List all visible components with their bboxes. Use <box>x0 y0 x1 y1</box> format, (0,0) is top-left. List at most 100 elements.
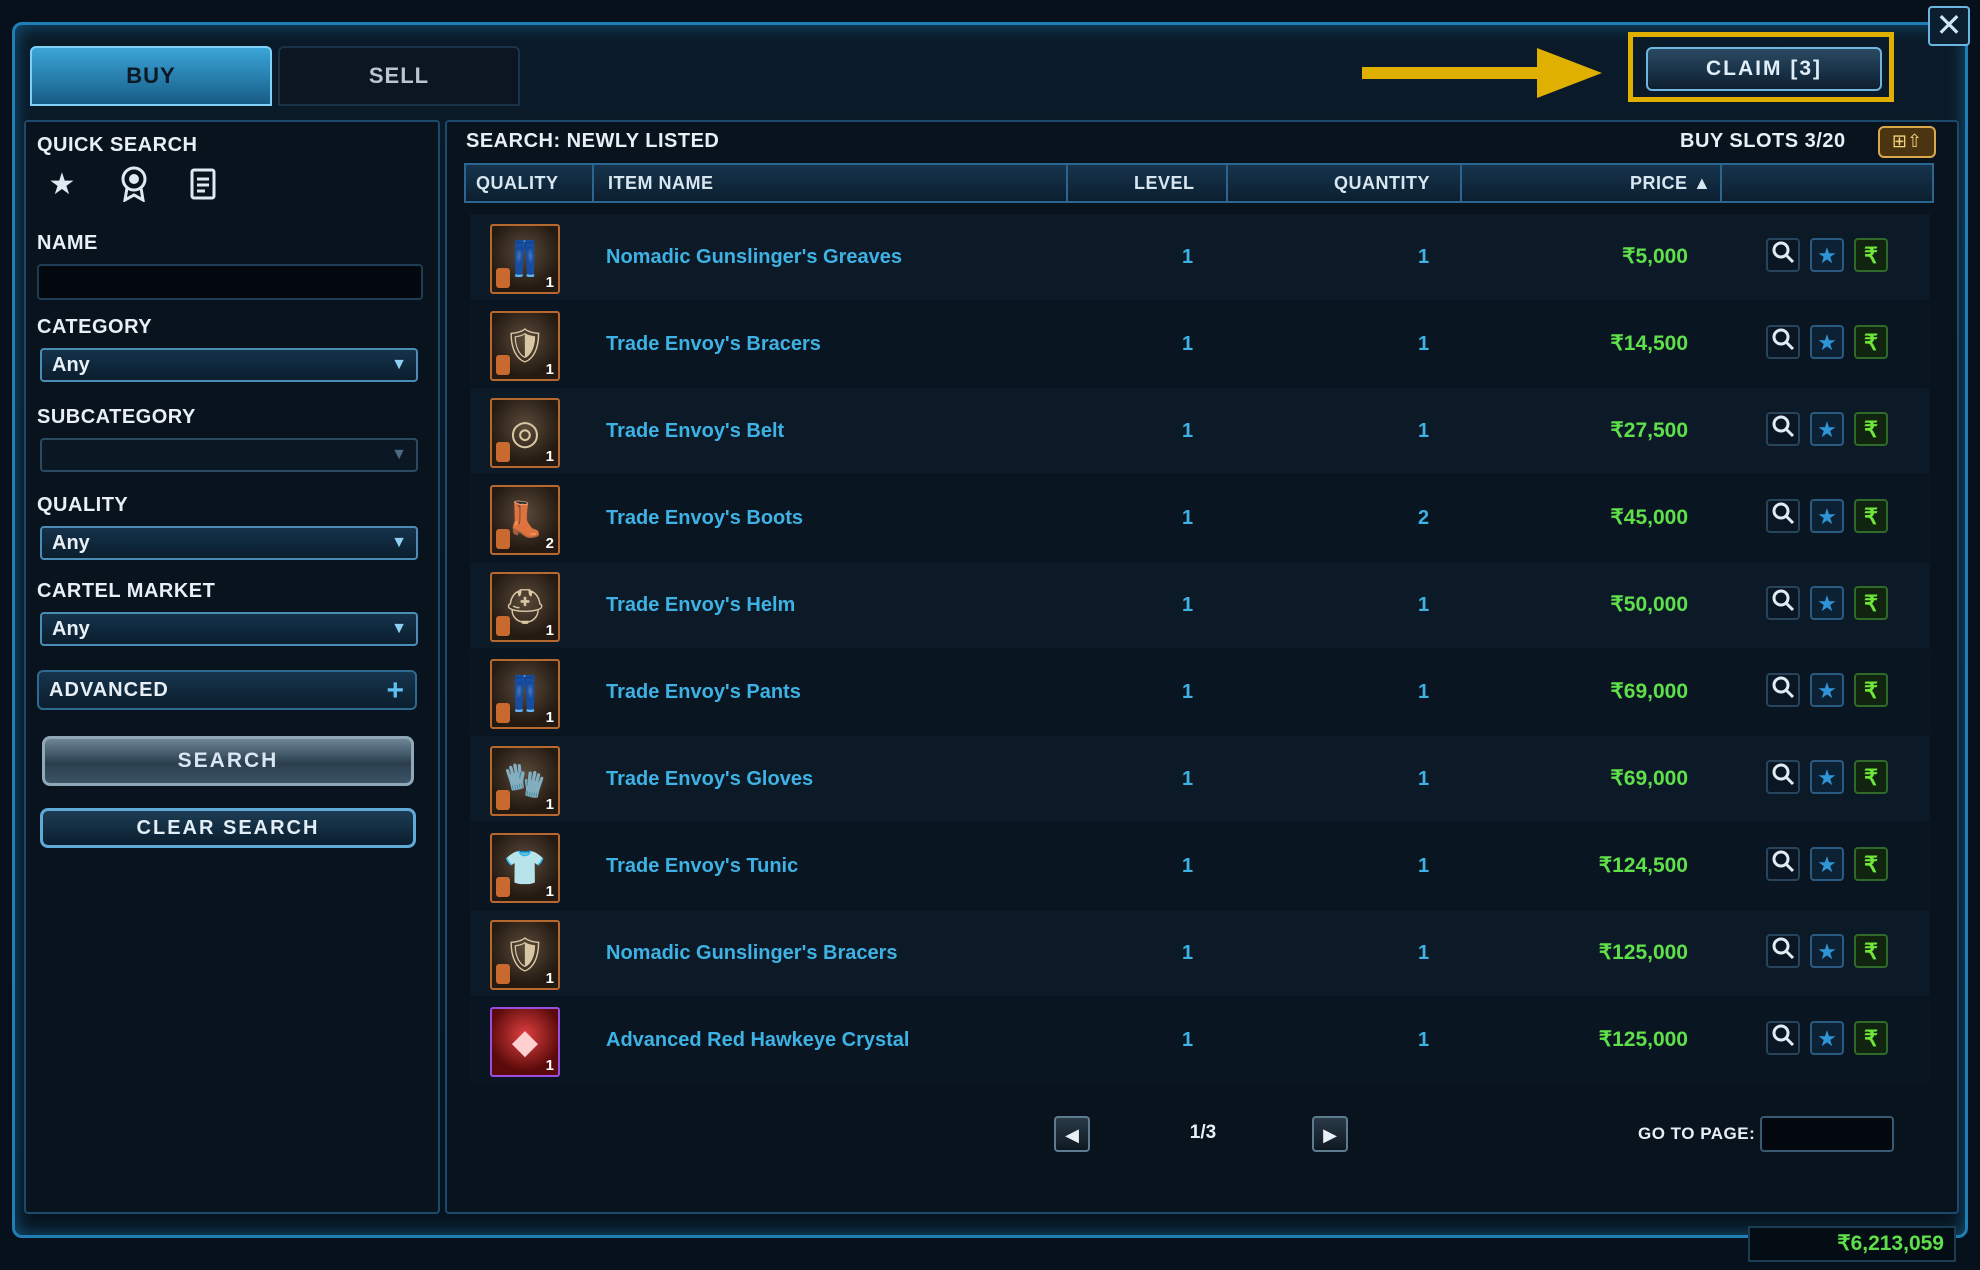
magnifier-icon[interactable] <box>1766 412 1800 446</box>
item-name-link[interactable]: Trade Envoy's Pants <box>606 649 801 735</box>
bound-badge-icon <box>496 877 510 897</box>
item-icon[interactable]: 👢 2 <box>490 485 560 555</box>
item-icon[interactable]: 👖 1 <box>490 224 560 294</box>
magnifier-icon[interactable] <box>1766 847 1800 881</box>
item-icon[interactable]: 👕 1 <box>490 833 560 903</box>
tab-sell[interactable]: SELL <box>278 46 520 106</box>
upgrade-slots-icon[interactable]: ⊞⇧ <box>1878 126 1936 158</box>
cartel-market-select[interactable]: Any ▼ <box>40 612 418 646</box>
item-level: 1 <box>1182 942 1194 964</box>
go-to-page-input[interactable] <box>1760 1116 1894 1152</box>
item-name-link[interactable]: Nomadic Gunslinger's Bracers <box>606 910 898 996</box>
table-row[interactable]: 🛡 1 Trade Envoy's Bracers 1 1 ₹14,500 ★ ₹ <box>470 301 1930 387</box>
table-row[interactable]: 👖 1 Nomadic Gunslinger's Greaves 1 1 ₹5,000 ★ ₹ <box>470 214 1930 300</box>
subcategory-select[interactable]: ▼ <box>40 438 418 472</box>
credits-icon[interactable]: ₹ <box>1854 238 1888 272</box>
credits-icon[interactable]: ₹ <box>1854 673 1888 707</box>
table-row[interactable]: ◆ 1 Advanced Red Hawkeye Crystal 1 1 ₹125,000… <box>470 997 1930 1083</box>
column-quantity[interactable]: QUANTITY <box>1334 165 1430 201</box>
item-name-link[interactable]: Trade Envoy's Helm <box>606 562 795 648</box>
star-icon[interactable]: ★ <box>1810 412 1844 446</box>
quality-value: Any <box>52 531 90 554</box>
claim-button[interactable]: CLAIM [3] <box>1646 47 1882 91</box>
star-icon[interactable]: ★ <box>42 164 82 204</box>
item-icon[interactable]: 🧤 1 <box>490 746 560 816</box>
plus-icon: + <box>386 674 405 707</box>
item-icon[interactable]: 🛡 1 <box>490 920 560 990</box>
clear-search-button[interactable]: CLEAR SEARCH <box>40 808 416 848</box>
stack-count: 1 <box>545 361 554 378</box>
item-quantity: 2 <box>1418 507 1430 529</box>
credits-icon[interactable]: ₹ <box>1854 760 1888 794</box>
table-row[interactable]: 🧤 1 Trade Envoy's Gloves 1 1 ₹69,000 ★ ₹ <box>470 736 1930 822</box>
bound-badge-icon <box>496 529 510 549</box>
star-icon[interactable]: ★ <box>1810 934 1844 968</box>
star-icon[interactable]: ★ <box>1810 586 1844 620</box>
credits-icon[interactable]: ₹ <box>1854 934 1888 968</box>
column-divider <box>592 165 594 201</box>
credits-icon[interactable]: ₹ <box>1854 847 1888 881</box>
magnifier-icon[interactable] <box>1766 238 1800 272</box>
item-icon[interactable]: ◆ 1 <box>490 1007 560 1077</box>
quality-select[interactable]: Any ▼ <box>40 526 418 560</box>
prev-page-button[interactable]: ◀ <box>1054 1116 1090 1152</box>
star-icon[interactable]: ★ <box>1810 238 1844 272</box>
table-row[interactable]: 🛡 1 Nomadic Gunslinger's Bracers 1 1 ₹125,000… <box>470 910 1930 996</box>
column-divider <box>1720 165 1722 201</box>
bound-badge-icon <box>496 790 510 810</box>
item-name-link[interactable]: Trade Envoy's Boots <box>606 475 803 561</box>
star-icon[interactable]: ★ <box>1810 673 1844 707</box>
magnifier-icon[interactable] <box>1766 586 1800 620</box>
column-level[interactable]: LEVEL <box>1134 165 1195 201</box>
magnifier-icon[interactable] <box>1766 499 1800 533</box>
item-name-link[interactable]: Nomadic Gunslinger's Greaves <box>606 214 902 300</box>
advanced-toggle[interactable]: ADVANCED + <box>37 670 417 710</box>
magnifier-icon[interactable] <box>1766 760 1800 794</box>
table-row[interactable]: ⛑ 1 Trade Envoy's Helm 1 1 ₹50,000 ★ ₹ <box>470 562 1930 648</box>
tab-buy[interactable]: BUY <box>30 46 272 106</box>
magnifier-icon[interactable] <box>1766 673 1800 707</box>
item-icon[interactable]: ◎ 1 <box>490 398 560 468</box>
award-icon[interactable] <box>114 164 154 204</box>
item-name-link[interactable]: Advanced Red Hawkeye Crystal <box>606 997 909 1083</box>
table-row[interactable]: 👢 2 Trade Envoy's Boots 1 2 ₹45,000 ★ ₹ <box>470 475 1930 561</box>
next-page-button[interactable]: ▶ <box>1312 1116 1348 1152</box>
item-icon[interactable]: 🛡 1 <box>490 311 560 381</box>
category-select[interactable]: Any ▼ <box>40 348 418 382</box>
item-icon[interactable]: 👖 1 <box>490 659 560 729</box>
document-icon[interactable] <box>184 164 224 204</box>
item-name-link[interactable]: Trade Envoy's Tunic <box>606 823 798 909</box>
item-name-link[interactable]: Trade Envoy's Bracers <box>606 301 821 387</box>
search-button[interactable]: SEARCH <box>42 736 414 786</box>
table-row[interactable]: 👖 1 Trade Envoy's Pants 1 1 ₹69,000 ★ ₹ <box>470 649 1930 735</box>
item-name-link[interactable]: Trade Envoy's Gloves <box>606 736 813 822</box>
name-input[interactable] <box>37 264 423 300</box>
credits-icon[interactable]: ₹ <box>1854 499 1888 533</box>
table-row[interactable]: 👕 1 Trade Envoy's Tunic 1 1 ₹124,500 ★ ₹ <box>470 823 1930 909</box>
go-to-page-label: GO TO PAGE: <box>1638 1124 1756 1143</box>
magnifier-icon[interactable] <box>1766 325 1800 359</box>
item-level: 1 <box>1182 768 1194 790</box>
table-row[interactable]: ◎ 1 Trade Envoy's Belt 1 1 ₹27,500 ★ ₹ <box>470 388 1930 474</box>
close-icon[interactable]: ✕ <box>1928 6 1970 46</box>
star-icon[interactable]: ★ <box>1810 1021 1844 1055</box>
chevron-down-icon: ▼ <box>391 620 407 637</box>
chevron-down-icon: ▼ <box>391 356 407 373</box>
column-item-name[interactable]: ITEM NAME <box>608 165 714 201</box>
star-icon[interactable]: ★ <box>1810 499 1844 533</box>
column-price[interactable]: PRICE ▲ <box>1630 165 1711 201</box>
column-quality[interactable]: QUALITY <box>476 165 559 201</box>
credits-icon[interactable]: ₹ <box>1854 586 1888 620</box>
magnifier-icon[interactable] <box>1766 1021 1800 1055</box>
table-header: QUALITY ITEM NAME LEVEL QUANTITY PRICE ▲ <box>464 163 1934 203</box>
star-icon[interactable]: ★ <box>1810 760 1844 794</box>
bound-badge-icon <box>496 964 510 984</box>
credits-icon[interactable]: ₹ <box>1854 412 1888 446</box>
credits-icon[interactable]: ₹ <box>1854 1021 1888 1055</box>
star-icon[interactable]: ★ <box>1810 847 1844 881</box>
item-icon[interactable]: ⛑ 1 <box>490 572 560 642</box>
item-name-link[interactable]: Trade Envoy's Belt <box>606 388 784 474</box>
credits-icon[interactable]: ₹ <box>1854 325 1888 359</box>
star-icon[interactable]: ★ <box>1810 325 1844 359</box>
magnifier-icon[interactable] <box>1766 934 1800 968</box>
